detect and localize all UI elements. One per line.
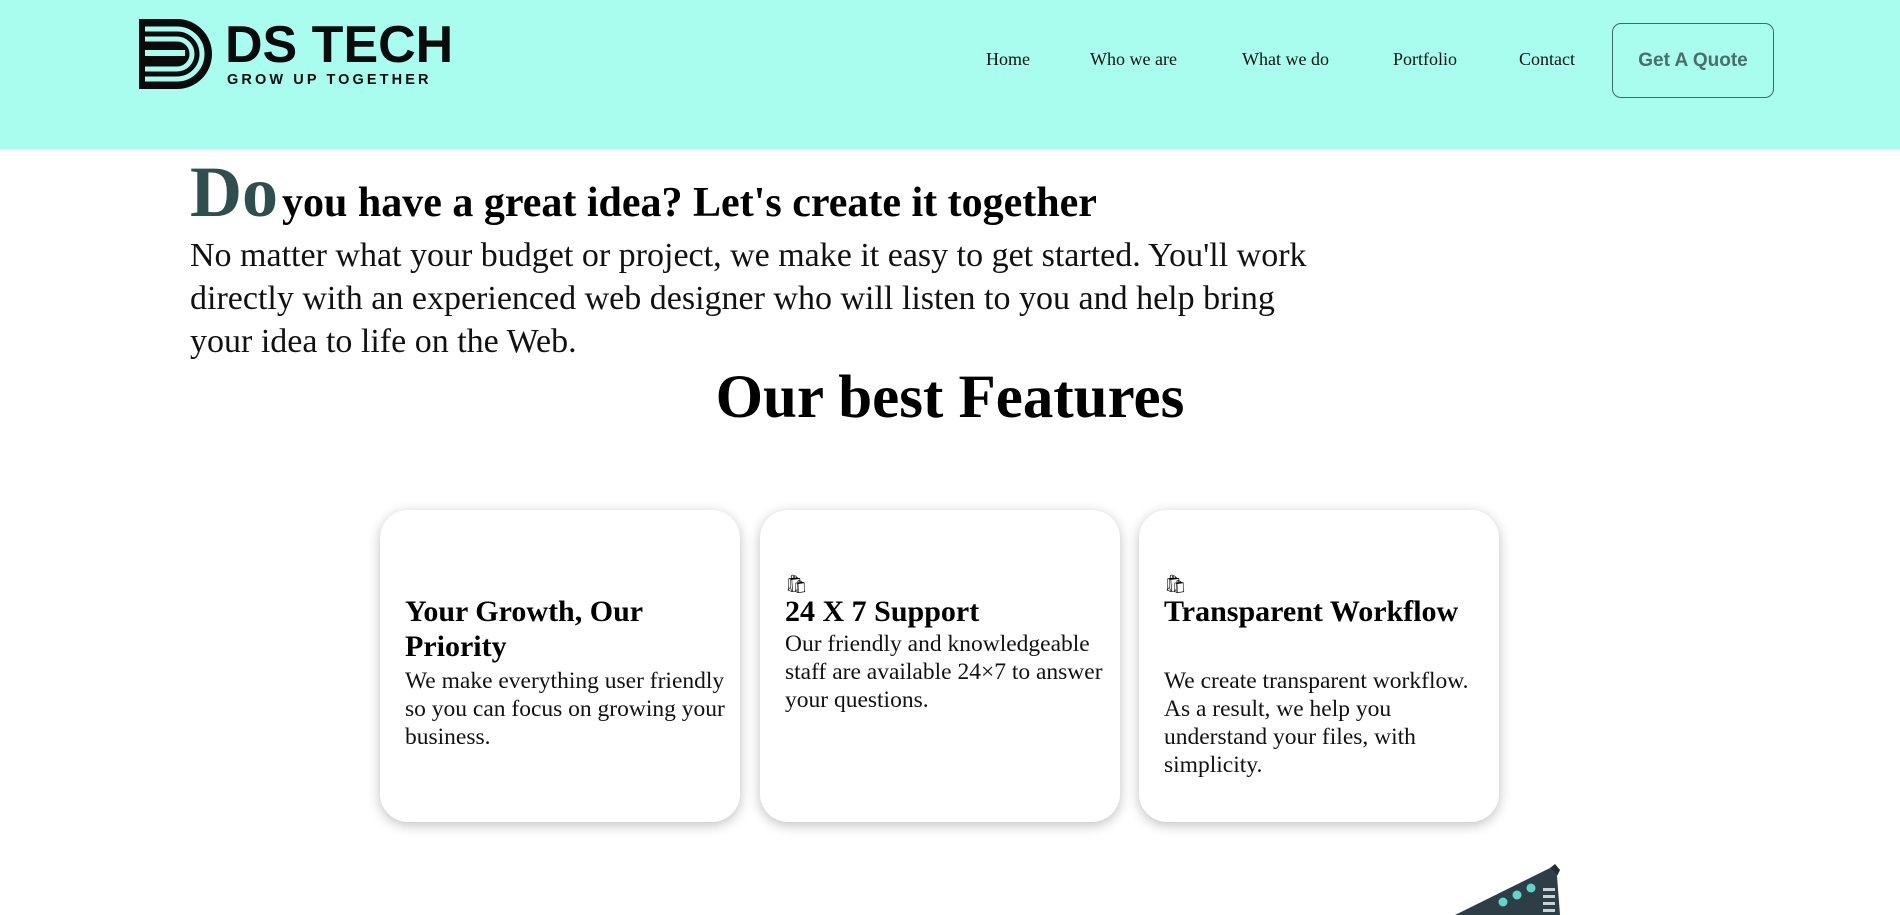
feature-card-text: We create transparent workflow. As a res…: [1164, 668, 1469, 778]
shopping-bag-icon: 🛍: [785, 574, 808, 594]
feature-card-title: Transparent Workflow: [1164, 595, 1459, 628]
feature-card-title: 24 X 7 Support: [785, 595, 980, 628]
features-heading: Our best Features: [715, 364, 1185, 431]
hero-title: Do you have a great idea? Let's create i…: [190, 152, 1097, 232]
hero-title-first-word: Do: [190, 152, 278, 232]
nav-home[interactable]: Home: [986, 49, 1030, 70]
logo-mark-icon: [139, 19, 212, 89]
logo-name: DS TECH: [225, 16, 454, 74]
hero-title-rest: you have a great idea? Let's create it t…: [282, 180, 1097, 226]
nav-who-we-are[interactable]: Who we are: [1090, 49, 1177, 70]
nav-contact[interactable]: Contact: [1519, 49, 1575, 70]
feature-card-title: Your Growth, Our Priority: [405, 595, 643, 663]
browser-illustration-image: [1455, 864, 1560, 915]
hero-description: No matter what your budget or project, w…: [190, 237, 1307, 360]
nav-what-we-do[interactable]: What we do: [1242, 49, 1329, 70]
feature-card-text: Our friendly and knowledgeable staff are…: [785, 631, 1103, 713]
feature-card-text: We make everything user friendly so you …: [405, 668, 725, 750]
shopping-bag-icon: 🛍: [1164, 574, 1187, 594]
feature-card-support: 🛍 24 X 7 Support Our friendly and knowle…: [760, 510, 1120, 822]
logo[interactable]: DS TECH GROW UP TOGETHER: [137, 16, 453, 92]
feature-card-growth: Your Growth, Our Priority We make everyt…: [380, 510, 740, 822]
site-header: DS TECH GROW UP TOGETHER Home Who we are…: [0, 0, 1900, 149]
feature-card-workflow: 🛍 Transparent Workflow We create transpa…: [1139, 510, 1499, 822]
get-a-quote-button[interactable]: Get A Quote: [1612, 23, 1774, 98]
logo-tagline: GROW UP TOGETHER: [227, 72, 432, 88]
nav-portfolio[interactable]: Portfolio: [1393, 49, 1457, 70]
